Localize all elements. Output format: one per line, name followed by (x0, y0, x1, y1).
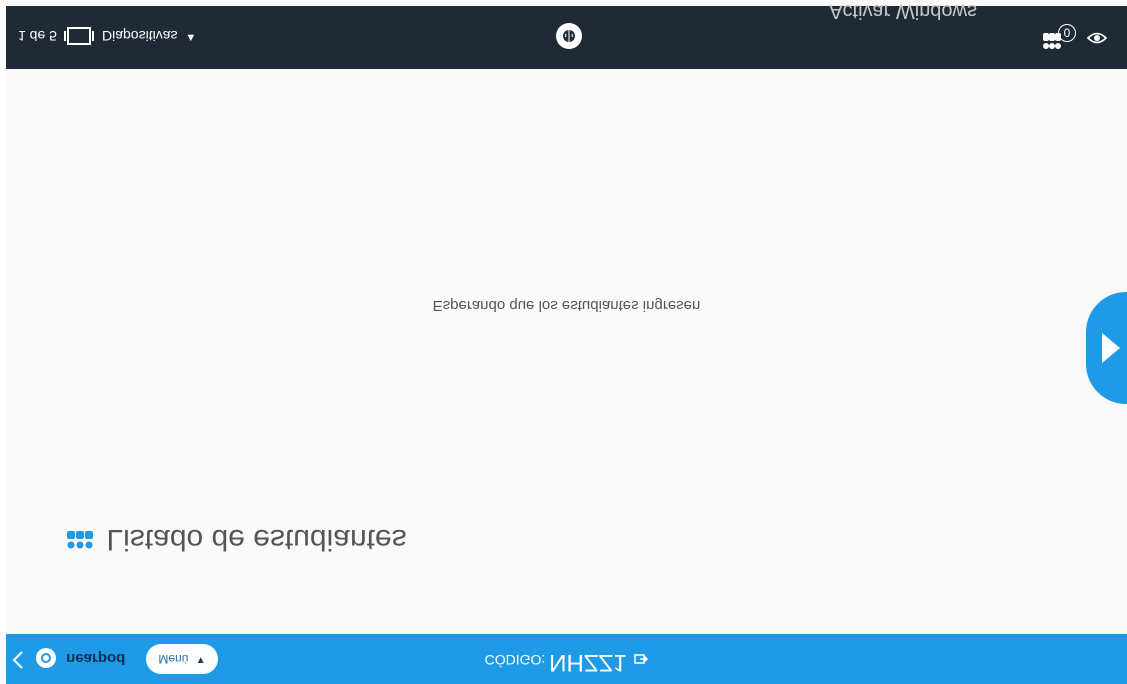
presenter-page: Activar Windows 1 de 5 Diapositivas ▼ 0 … (6, 0, 1127, 684)
student-list-heading: Listado de estudiantes (66, 522, 407, 556)
students-group-icon (67, 531, 93, 549)
copy-icon[interactable] (634, 654, 649, 666)
slides-dropdown-label: Diapositivas (102, 28, 178, 44)
bottom-bar: nearpod Menú ▲ CÓDIGO: NHZZ1 (6, 634, 1127, 684)
screen-icon[interactable] (64, 27, 94, 45)
brain-icon (563, 30, 575, 42)
student-count-badge: 0 (1058, 24, 1076, 42)
next-slide-button[interactable] (1086, 292, 1127, 404)
next-arrow-icon (1102, 333, 1120, 363)
caret-down-icon: ▼ (185, 32, 197, 44)
slides-dropdown[interactable]: Diapositivas ▼ (102, 28, 196, 44)
brain-button[interactable] (556, 23, 582, 49)
join-code: CÓDIGO: NHZZ1 (6, 648, 1127, 676)
join-code-label: CÓDIGO: (484, 652, 546, 668)
slide-counter: 1 de 5 (18, 28, 57, 44)
windows-activation-watermark: Activar Windows (829, 0, 977, 22)
student-list-title: Listado de estudiantes (106, 523, 407, 556)
join-code-value: NHZZ1 (549, 649, 627, 676)
eye-icon[interactable] (1086, 30, 1108, 46)
waiting-message: Esperando que los estudiantes ingresen (432, 297, 701, 314)
